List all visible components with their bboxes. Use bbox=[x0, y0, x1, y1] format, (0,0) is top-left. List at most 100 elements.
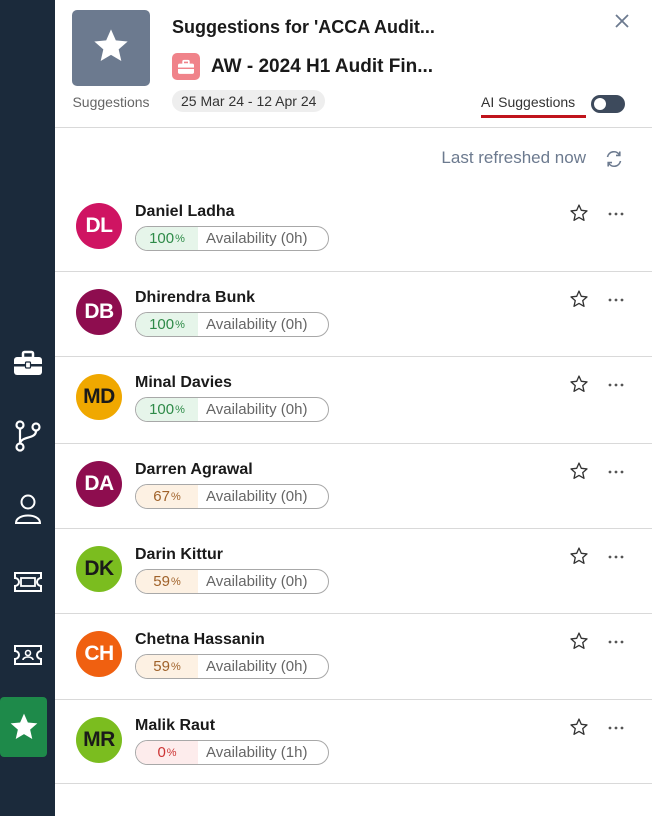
availability-text: Availability (0h) bbox=[206, 230, 308, 247]
toggle-knob bbox=[594, 98, 606, 110]
ai-suggestions-toggle[interactable] bbox=[591, 95, 625, 113]
person-name: Darren Agrawal bbox=[135, 461, 253, 478]
star-outline-icon bbox=[569, 547, 589, 570]
suggestion-list: DL Daniel Ladha 100% Availability (0h) D… bbox=[55, 186, 652, 784]
percent-value: 0 bbox=[157, 744, 166, 761]
nav-briefcase[interactable] bbox=[0, 333, 55, 393]
list-item[interactable]: CH Chetna Hassanin 59% Availability (0h) bbox=[55, 614, 652, 700]
more-options-button[interactable] bbox=[605, 203, 627, 225]
more-options-button[interactable] bbox=[605, 374, 627, 396]
percent-symbol: % bbox=[170, 490, 181, 503]
ai-suggestions-label: AI Suggestions bbox=[481, 94, 576, 110]
suggestions-logo bbox=[72, 10, 150, 86]
availability-text: Availability (1h) bbox=[206, 744, 308, 761]
star-outline-icon bbox=[569, 290, 589, 313]
availability-badge: 100% Availability (0h) bbox=[135, 312, 329, 337]
percent-value: 100 bbox=[149, 316, 175, 333]
favorite-button[interactable] bbox=[569, 461, 591, 483]
more-options-button[interactable] bbox=[605, 717, 627, 739]
close-button[interactable] bbox=[611, 12, 633, 34]
list-item[interactable]: MD Minal Davies 100% Availability (0h) bbox=[55, 357, 652, 444]
avatar: DK bbox=[76, 546, 122, 592]
ellipsis-icon bbox=[608, 717, 624, 733]
percent-match: 100% bbox=[136, 313, 198, 336]
list-item[interactable]: DL Daniel Ladha 100% Availability (0h) bbox=[55, 186, 652, 272]
person-name: Malik Raut bbox=[135, 717, 216, 734]
availability-text: Availability (0h) bbox=[206, 488, 308, 505]
ai-suggestions-underline bbox=[481, 115, 586, 118]
percent-match: 0% bbox=[136, 741, 198, 764]
percent-match: 100% bbox=[136, 227, 198, 250]
star-outline-icon bbox=[569, 375, 589, 398]
ellipsis-icon bbox=[608, 289, 624, 305]
avatar: DB bbox=[76, 289, 122, 335]
star-outline-icon bbox=[569, 462, 589, 485]
person-name: Chetna Hassanin bbox=[135, 631, 265, 648]
percent-symbol: % bbox=[175, 232, 185, 245]
star-outline-icon bbox=[569, 718, 589, 741]
avatar: DA bbox=[76, 461, 122, 507]
availability-badge: 0% Availability (1h) bbox=[135, 740, 329, 765]
suggestions-panel: Suggestions Suggestions for 'ACCA Audit.… bbox=[55, 0, 652, 816]
percent-match: 59% bbox=[136, 570, 198, 593]
refresh-icon[interactable] bbox=[604, 149, 624, 169]
favorite-button[interactable] bbox=[569, 203, 591, 225]
ellipsis-icon bbox=[608, 374, 624, 390]
percent-value: 67 bbox=[153, 488, 170, 505]
last-refreshed-text: Last refreshed now bbox=[441, 148, 586, 167]
sidebar bbox=[0, 0, 55, 816]
person-name: Minal Davies bbox=[135, 374, 232, 391]
favorite-button[interactable] bbox=[569, 374, 591, 396]
job-title: AW - 2024 H1 Audit Fin... bbox=[211, 56, 434, 77]
availability-badge: 59% Availability (0h) bbox=[135, 654, 329, 679]
refresh-row: Last refreshed now bbox=[55, 146, 652, 170]
percent-value: 59 bbox=[153, 658, 170, 675]
avatar: CH bbox=[76, 631, 122, 677]
nav-id-card[interactable] bbox=[0, 625, 55, 685]
person-name: Darin Kittur bbox=[135, 546, 223, 563]
star-outline-icon bbox=[569, 632, 589, 655]
percent-symbol: % bbox=[175, 318, 185, 331]
avatar: MD bbox=[76, 374, 122, 420]
percent-match: 100% bbox=[136, 398, 198, 421]
more-options-button[interactable] bbox=[605, 461, 627, 483]
branch-icon bbox=[14, 420, 42, 452]
star-icon bbox=[8, 711, 40, 743]
favorite-button[interactable] bbox=[569, 289, 591, 311]
list-item[interactable]: DB Dhirendra Bunk 100% Availability (0h) bbox=[55, 272, 652, 357]
star-outline-icon bbox=[569, 204, 589, 227]
percent-value: 100 bbox=[149, 401, 175, 418]
favorite-button[interactable] bbox=[569, 631, 591, 653]
favorite-button[interactable] bbox=[569, 546, 591, 568]
ellipsis-icon bbox=[608, 461, 624, 477]
close-icon bbox=[615, 13, 629, 33]
percent-match: 59% bbox=[136, 655, 198, 678]
list-item[interactable]: DA Darren Agrawal 67% Availability (0h) bbox=[55, 444, 652, 529]
percent-symbol: % bbox=[166, 746, 177, 759]
nav-person[interactable] bbox=[0, 479, 55, 539]
ellipsis-icon bbox=[608, 203, 624, 219]
more-options-button[interactable] bbox=[605, 289, 627, 311]
briefcase-icon bbox=[13, 349, 43, 377]
availability-badge: 100% Availability (0h) bbox=[135, 397, 329, 422]
list-item[interactable]: DK Darin Kittur 59% Availability (0h) bbox=[55, 529, 652, 614]
availability-text: Availability (0h) bbox=[206, 658, 308, 675]
percent-symbol: % bbox=[175, 403, 185, 416]
date-range-badge: 25 Mar 24 - 12 Apr 24 bbox=[172, 90, 326, 112]
ellipsis-icon bbox=[608, 631, 624, 647]
favorite-button[interactable] bbox=[569, 717, 591, 739]
id-card-icon bbox=[13, 644, 43, 666]
more-options-button[interactable] bbox=[605, 546, 627, 568]
nav-suggestions[interactable] bbox=[0, 697, 47, 757]
avatar: MR bbox=[76, 717, 122, 763]
list-item[interactable]: MR Malik Raut 0% Availability (1h) bbox=[55, 700, 652, 784]
nav-branch[interactable] bbox=[0, 406, 55, 466]
availability-text: Availability (0h) bbox=[206, 573, 308, 590]
more-options-button[interactable] bbox=[605, 631, 627, 653]
person-name: Dhirendra Bunk bbox=[135, 289, 256, 306]
availability-badge: 67% Availability (0h) bbox=[135, 484, 329, 509]
logo-caption: Suggestions bbox=[72, 94, 150, 110]
nav-ticket[interactable] bbox=[0, 552, 55, 612]
person-icon bbox=[14, 493, 42, 525]
percent-match: 67% bbox=[136, 485, 198, 508]
